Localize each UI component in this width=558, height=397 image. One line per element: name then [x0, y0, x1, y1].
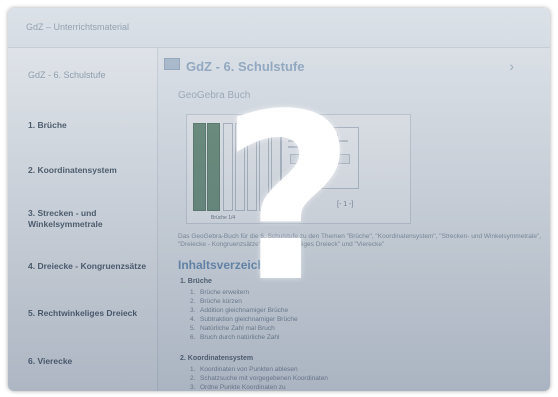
sidebar-item-rechtwinkeliges-dreieck[interactable]: 5. Rechtwinkeliges Dreieck — [28, 308, 153, 319]
toc-item[interactable]: 3. Ordne Punkte Koordinaten zu — [190, 383, 328, 391]
sidebar-item-vierecke[interactable]: 6. Vierecke — [28, 356, 153, 367]
question-mark-icon: ? — [221, 66, 355, 333]
chevron-right-icon[interactable]: › — [509, 58, 514, 74]
sidebar-title[interactable]: GdZ - 6. Schulstufe — [28, 70, 106, 80]
preview-bar — [193, 123, 206, 211]
toc-item[interactable]: 2. Schatzsuche mit vorgegebenen Koordinat… — [190, 374, 328, 383]
toc-chapter-brueche[interactable]: 1. Brüche — [180, 278, 212, 285]
sidebar-item-brueche[interactable]: 1. Brüche — [28, 120, 153, 131]
toc-list-koordinatensystem: 1. Koordinaten von Punkten ablesen 2. Scha… — [190, 365, 328, 391]
sidebar: GdZ - 6. Schulstufe 1. Brüche 2. Koordin… — [8, 48, 158, 391]
toc-item[interactable]: 1. Koordinaten von Punkten ablesen — [190, 365, 328, 374]
toc-item[interactable]: 6. Bruch durch natürliche Zahl — [190, 333, 298, 342]
breadcrumb[interactable]: GdZ – Unterrichtsmaterial — [26, 22, 129, 32]
sidebar-item-strecken-winkelsymmetrale[interactable]: 3. Strecken - und Winkelsymmetrale — [28, 208, 153, 230]
app-window: GdZ – Unterrichtsmaterial GdZ - 6. Schul… — [8, 8, 550, 391]
toc-chapter-koordinatensystem[interactable]: 2. Koordinatensystem — [180, 355, 253, 362]
top-bar: GdZ – Unterrichtsmaterial — [8, 8, 550, 48]
book-icon — [164, 58, 180, 70]
sidebar-item-dreiecke-kongruenzsaetze[interactable]: 4. Dreiecke - Kongruenzsätze — [28, 261, 153, 272]
sidebar-item-koordinatensystem[interactable]: 2. Koordinatensystem — [28, 165, 153, 176]
